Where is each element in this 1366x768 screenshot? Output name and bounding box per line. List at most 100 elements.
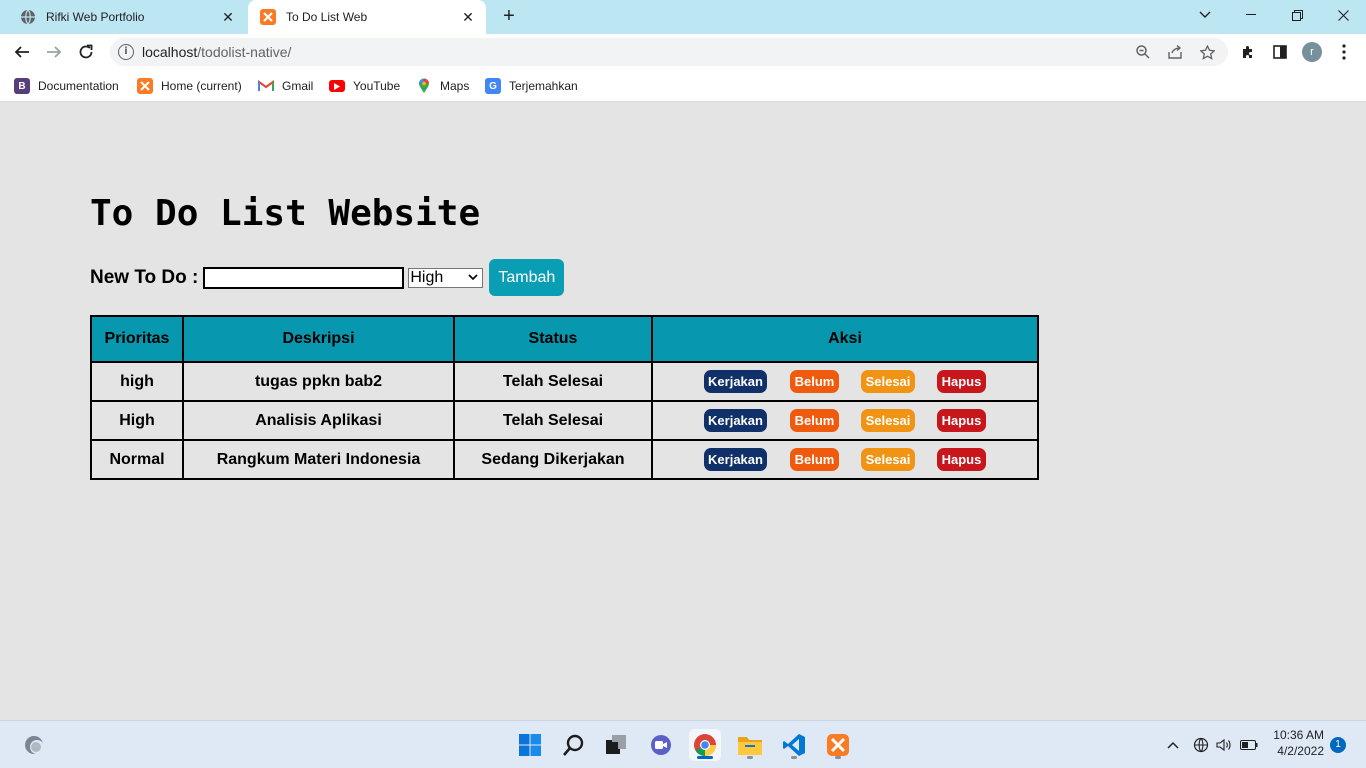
menu-kebab-icon[interactable] — [1334, 42, 1354, 62]
bookmark-star-icon[interactable] — [1198, 43, 1216, 61]
column-header-prioritas: Prioritas — [91, 316, 183, 362]
weather-widget-icon[interactable] — [18, 729, 50, 761]
cell-deskripsi: Rangkum Materi Indonesia — [183, 440, 454, 479]
bookmark-gmail[interactable]: Gmail — [258, 76, 313, 96]
clock-date: 4/2/2022 — [1277, 744, 1324, 758]
tab-rifki-web-portfolio[interactable]: Rifki Web Portfolio ✕ — [8, 0, 246, 34]
site-info-icon[interactable]: i — [118, 44, 134, 60]
back-button[interactable] — [8, 38, 36, 66]
bookmark-label: Terjemahkan — [509, 79, 578, 93]
cell-status: Sedang Dikerjakan — [454, 440, 652, 479]
xampp-icon — [137, 78, 153, 94]
bookmark-youtube[interactable]: YouTube — [329, 76, 400, 96]
url-text: localhost/todolist-native/ — [142, 44, 291, 60]
bookmark-maps[interactable]: Maps — [416, 76, 469, 96]
kerjakan-button[interactable]: Kerjakan — [704, 409, 767, 432]
belum-button[interactable]: Belum — [790, 409, 839, 432]
belum-button[interactable]: Belum — [790, 448, 839, 471]
share-icon[interactable] — [1166, 43, 1184, 61]
close-tab-icon[interactable]: ✕ — [458, 7, 478, 27]
language-globe-icon[interactable] — [1191, 735, 1211, 755]
bookmark-home-current[interactable]: Home (current) — [137, 76, 242, 96]
xampp-icon — [260, 9, 276, 25]
start-windows-icon[interactable] — [514, 729, 546, 761]
bookmark-label: Maps — [440, 79, 470, 93]
selesai-button[interactable]: Selesai — [861, 370, 915, 393]
clock-time: 10:36 AM — [1273, 728, 1324, 742]
tab-to-do-list-web[interactable]: To Do List Web ✕ — [248, 0, 486, 34]
column-header-status: Status — [454, 316, 652, 362]
hapus-button[interactable]: Hapus — [937, 409, 986, 432]
running-indicator — [747, 756, 753, 759]
side-panel-icon[interactable] — [1270, 42, 1290, 62]
bookmark-documentation[interactable]: B Documentation — [14, 76, 119, 96]
priority-select[interactable]: High — [408, 267, 484, 288]
cell-aksi: Kerjakan Belum Selesai Hapus — [652, 401, 1038, 440]
restore-button[interactable] — [1274, 0, 1320, 30]
search-icon[interactable] — [558, 729, 590, 761]
reload-button[interactable] — [72, 38, 100, 66]
page-title: To Do List Website — [90, 193, 481, 234]
volume-icon[interactable] — [1214, 735, 1234, 755]
todo-input[interactable] — [203, 266, 405, 289]
chevron-down-icon — [468, 272, 478, 283]
globe-icon — [20, 9, 36, 25]
cell-deskripsi: tugas ppkn bab2 — [183, 362, 454, 401]
vscode-icon[interactable] — [778, 729, 810, 761]
cell-status: Telah Selesai — [454, 362, 652, 401]
belum-button[interactable]: Belum — [790, 370, 839, 393]
cell-aksi: Kerjakan Belum Selesai Hapus — [652, 362, 1038, 401]
xampp-taskbar-icon[interactable] — [822, 729, 854, 761]
minimize-button[interactable] — [1228, 0, 1274, 30]
kerjakan-button[interactable]: Kerjakan — [704, 448, 767, 471]
tab-title: To Do List Web — [286, 10, 368, 24]
todo-table: Prioritas Deskripsi Status Aksi high tug… — [90, 315, 1039, 480]
battery-icon[interactable] — [1239, 735, 1259, 755]
selesai-button[interactable]: Selesai — [861, 448, 915, 471]
hapus-button[interactable]: Hapus — [937, 370, 986, 393]
new-tab-button[interactable]: + — [498, 6, 520, 28]
active-indicator — [697, 756, 713, 759]
forward-button[interactable] — [40, 38, 68, 66]
cell-aksi: Kerjakan Belum Selesai Hapus — [652, 440, 1038, 479]
file-explorer-icon[interactable] — [734, 729, 766, 761]
tab-title: Rifki Web Portfolio — [46, 10, 145, 24]
address-bar[interactable]: i localhost/todolist-native/ — [110, 38, 1228, 66]
task-view-icon[interactable] — [600, 729, 632, 761]
maps-icon — [416, 78, 432, 94]
cell-prioritas: high — [91, 362, 183, 401]
chevron-up-icon[interactable] — [1163, 735, 1183, 755]
taskbar-clock[interactable]: 10:36 AM 4/2/2022 — [1266, 727, 1324, 759]
cell-prioritas: High — [91, 401, 183, 440]
url-host: localhost — [142, 44, 198, 60]
chrome-taskbar-icon[interactable] — [689, 729, 721, 761]
table-header-row: Prioritas Deskripsi Status Aksi — [91, 316, 1038, 362]
url-path: /todolist-native/ — [197, 44, 292, 60]
notification-badge[interactable]: 1 — [1330, 737, 1346, 753]
table-row: high tugas ppkn bab2 Telah Selesai Kerja… — [91, 362, 1038, 401]
youtube-icon — [329, 80, 345, 92]
bookmark-terjemahkan[interactable]: G Terjemahkan — [485, 76, 578, 96]
teams-chat-icon[interactable] — [645, 729, 677, 761]
cell-status: Telah Selesai — [454, 401, 652, 440]
selesai-button[interactable]: Selesai — [861, 409, 915, 432]
hapus-button[interactable]: Hapus — [937, 448, 986, 471]
extensions-puzzle-icon[interactable] — [1238, 42, 1258, 62]
new-todo-label: New To Do : — [90, 266, 199, 288]
close-window-button[interactable] — [1320, 0, 1366, 30]
column-header-aksi: Aksi — [652, 316, 1038, 362]
new-todo-form: New To Do : High Tambah — [90, 259, 565, 296]
tambah-button[interactable]: Tambah — [489, 259, 565, 296]
bookmark-label: Documentation — [38, 79, 119, 93]
tab-search-chevron-icon[interactable] — [1182, 0, 1228, 30]
zoom-icon[interactable] — [1134, 43, 1152, 61]
kerjakan-button[interactable]: Kerjakan — [704, 370, 767, 393]
close-tab-icon[interactable]: ✕ — [218, 7, 238, 27]
gmail-icon — [258, 78, 274, 94]
cell-deskripsi: Analisis Aplikasi — [183, 401, 454, 440]
profile-avatar[interactable]: r — [1302, 42, 1322, 62]
table-row: Normal Rangkum Materi Indonesia Sedang D… — [91, 440, 1038, 479]
bookmark-label: YouTube — [353, 79, 401, 93]
priority-selected-value: High — [410, 268, 444, 286]
table-row: High Analisis Aplikasi Telah Selesai Ker… — [91, 401, 1038, 440]
